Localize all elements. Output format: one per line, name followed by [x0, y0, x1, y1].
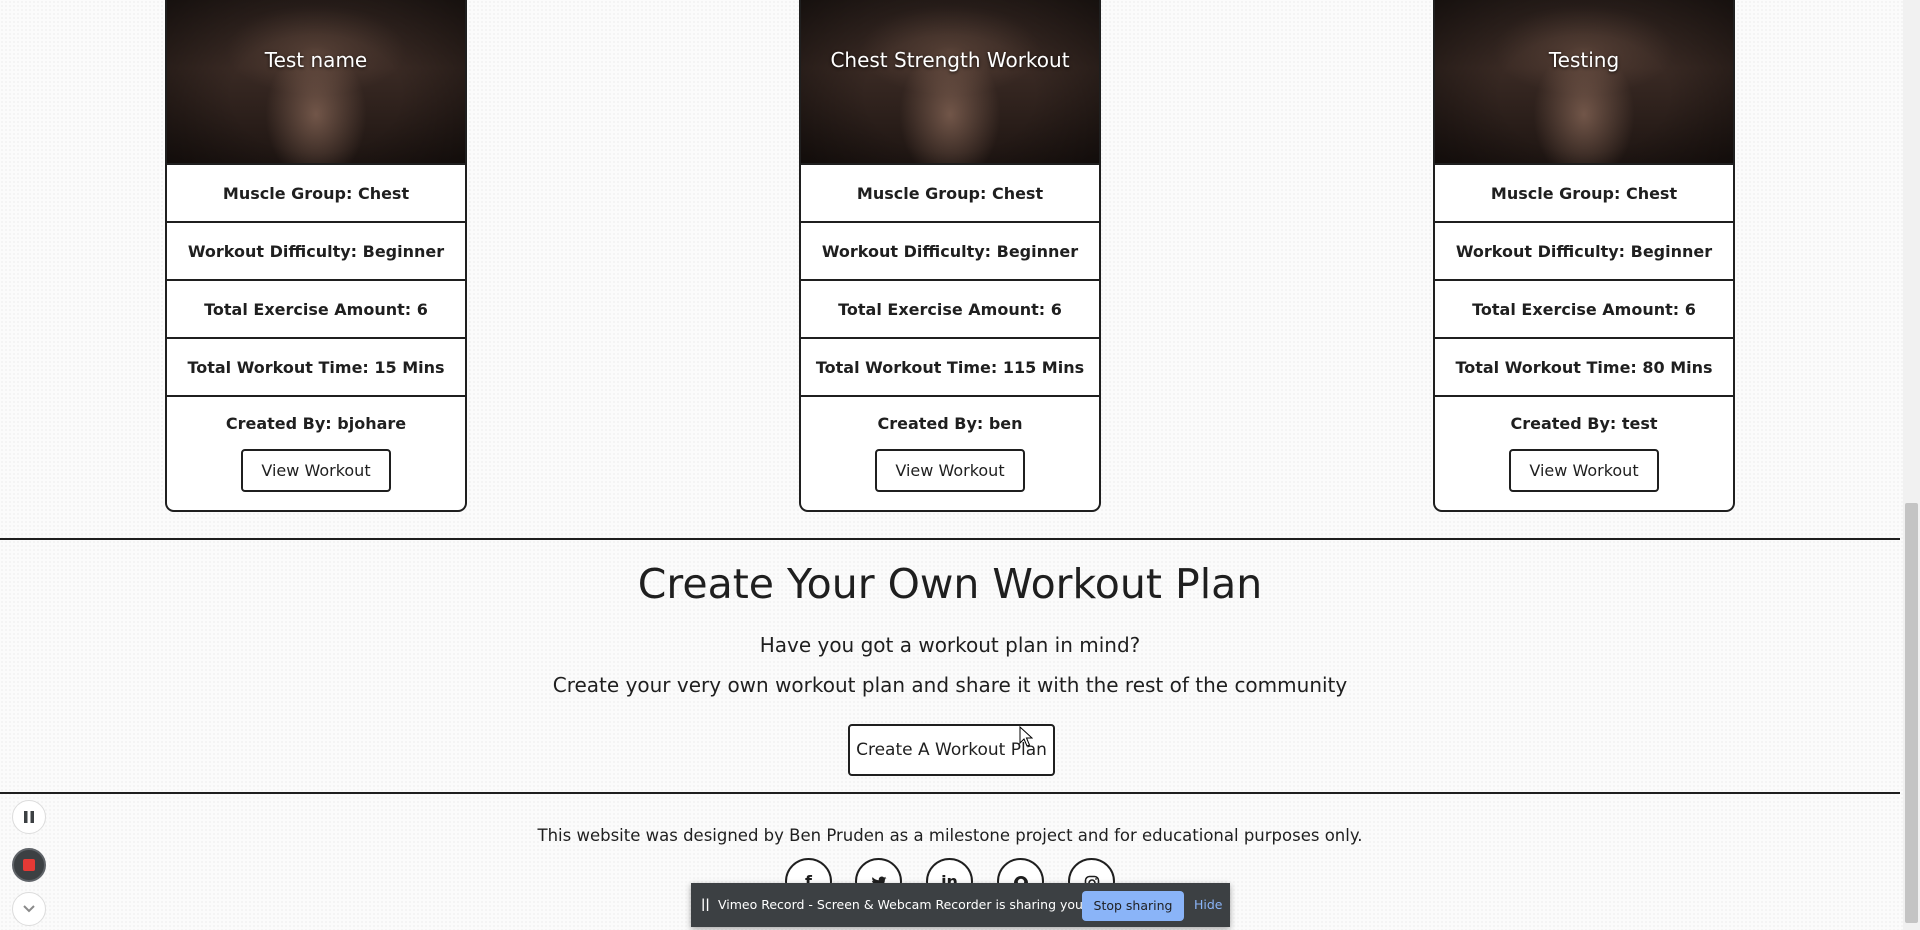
workout-difficulty: Workout Difficulty: Beginner — [801, 223, 1099, 281]
create-plan-subtitle: Have you got a workout plan in mind? — [759, 633, 1141, 657]
workout-card-image: Chest Strength Workout — [801, 0, 1099, 165]
exercise-amount: Total Exercise Amount: 6 — [167, 281, 465, 339]
workout-card-image: Testing — [1435, 0, 1733, 165]
workout-time: Total Workout Time: 115 Mins — [801, 339, 1099, 397]
card-footer: Created By: test View Workout — [1435, 397, 1733, 492]
section-divider — [0, 538, 1900, 540]
workout-card-title: Testing — [1548, 48, 1620, 72]
created-by: Created By: ben — [877, 414, 1023, 433]
workout-time: Total Workout Time: 80 Mins — [1435, 339, 1733, 397]
card-footer: Created By: ben View Workout — [801, 397, 1099, 492]
stop-record-icon[interactable] — [12, 848, 46, 882]
exercise-amount: Total Exercise Amount: 6 — [1435, 281, 1733, 339]
workout-difficulty: Workout Difficulty: Beginner — [167, 223, 465, 281]
chevron-down-icon[interactable] — [12, 892, 46, 926]
workout-card: Testing Muscle Group: Chest Workout Diff… — [1433, 0, 1735, 512]
stop-sharing-button[interactable]: Stop sharing — [1082, 891, 1184, 921]
view-workout-button[interactable]: View Workout — [875, 449, 1025, 492]
created-by: Created By: test — [1510, 414, 1658, 433]
muscle-group: Muscle Group: Chest — [1435, 165, 1733, 223]
workout-card: Test name Muscle Group: Chest Workout Di… — [165, 0, 467, 512]
created-by: Created By: bjohare — [225, 414, 407, 433]
screen-share-bar: || Vimeo Record - Screen & Webcam Record… — [691, 883, 1230, 927]
footer-credit: This website was designed by Ben Pruden … — [537, 826, 1363, 845]
hide-button[interactable]: Hide — [1194, 897, 1223, 912]
pause-icon[interactable] — [12, 800, 46, 834]
workout-difficulty: Workout Difficulty: Beginner — [1435, 223, 1733, 281]
exercise-amount: Total Exercise Amount: 6 — [801, 281, 1099, 339]
workout-cards-row: Test name Muscle Group: Chest Workout Di… — [0, 0, 1900, 520]
footer-divider — [0, 792, 1900, 794]
workout-card-image: Test name — [167, 0, 465, 165]
drag-handle-icon[interactable]: || — [701, 897, 710, 911]
create-plan-description: Create your very own workout plan and sh… — [552, 673, 1348, 697]
mouse-cursor-icon — [1019, 726, 1033, 747]
card-footer: Created By: bjohare View Workout — [167, 397, 465, 492]
workout-card: Chest Strength Workout Muscle Group: Che… — [799, 0, 1101, 512]
screen-share-message: Vimeo Record - Screen & Webcam Recorder … — [718, 897, 1138, 912]
view-workout-button[interactable]: View Workout — [241, 449, 391, 492]
page-scrollbar[interactable] — [1903, 0, 1920, 930]
view-workout-button[interactable]: View Workout — [1509, 449, 1659, 492]
muscle-group: Muscle Group: Chest — [801, 165, 1099, 223]
workout-card-title: Chest Strength Workout — [830, 48, 1070, 72]
scrollbar-thumb[interactable] — [1905, 503, 1918, 923]
workout-card-title: Test name — [264, 48, 368, 72]
muscle-group: Muscle Group: Chest — [167, 165, 465, 223]
create-plan-heading: Create Your Own Workout Plan — [637, 560, 1263, 608]
workout-time: Total Workout Time: 15 Mins — [167, 339, 465, 397]
